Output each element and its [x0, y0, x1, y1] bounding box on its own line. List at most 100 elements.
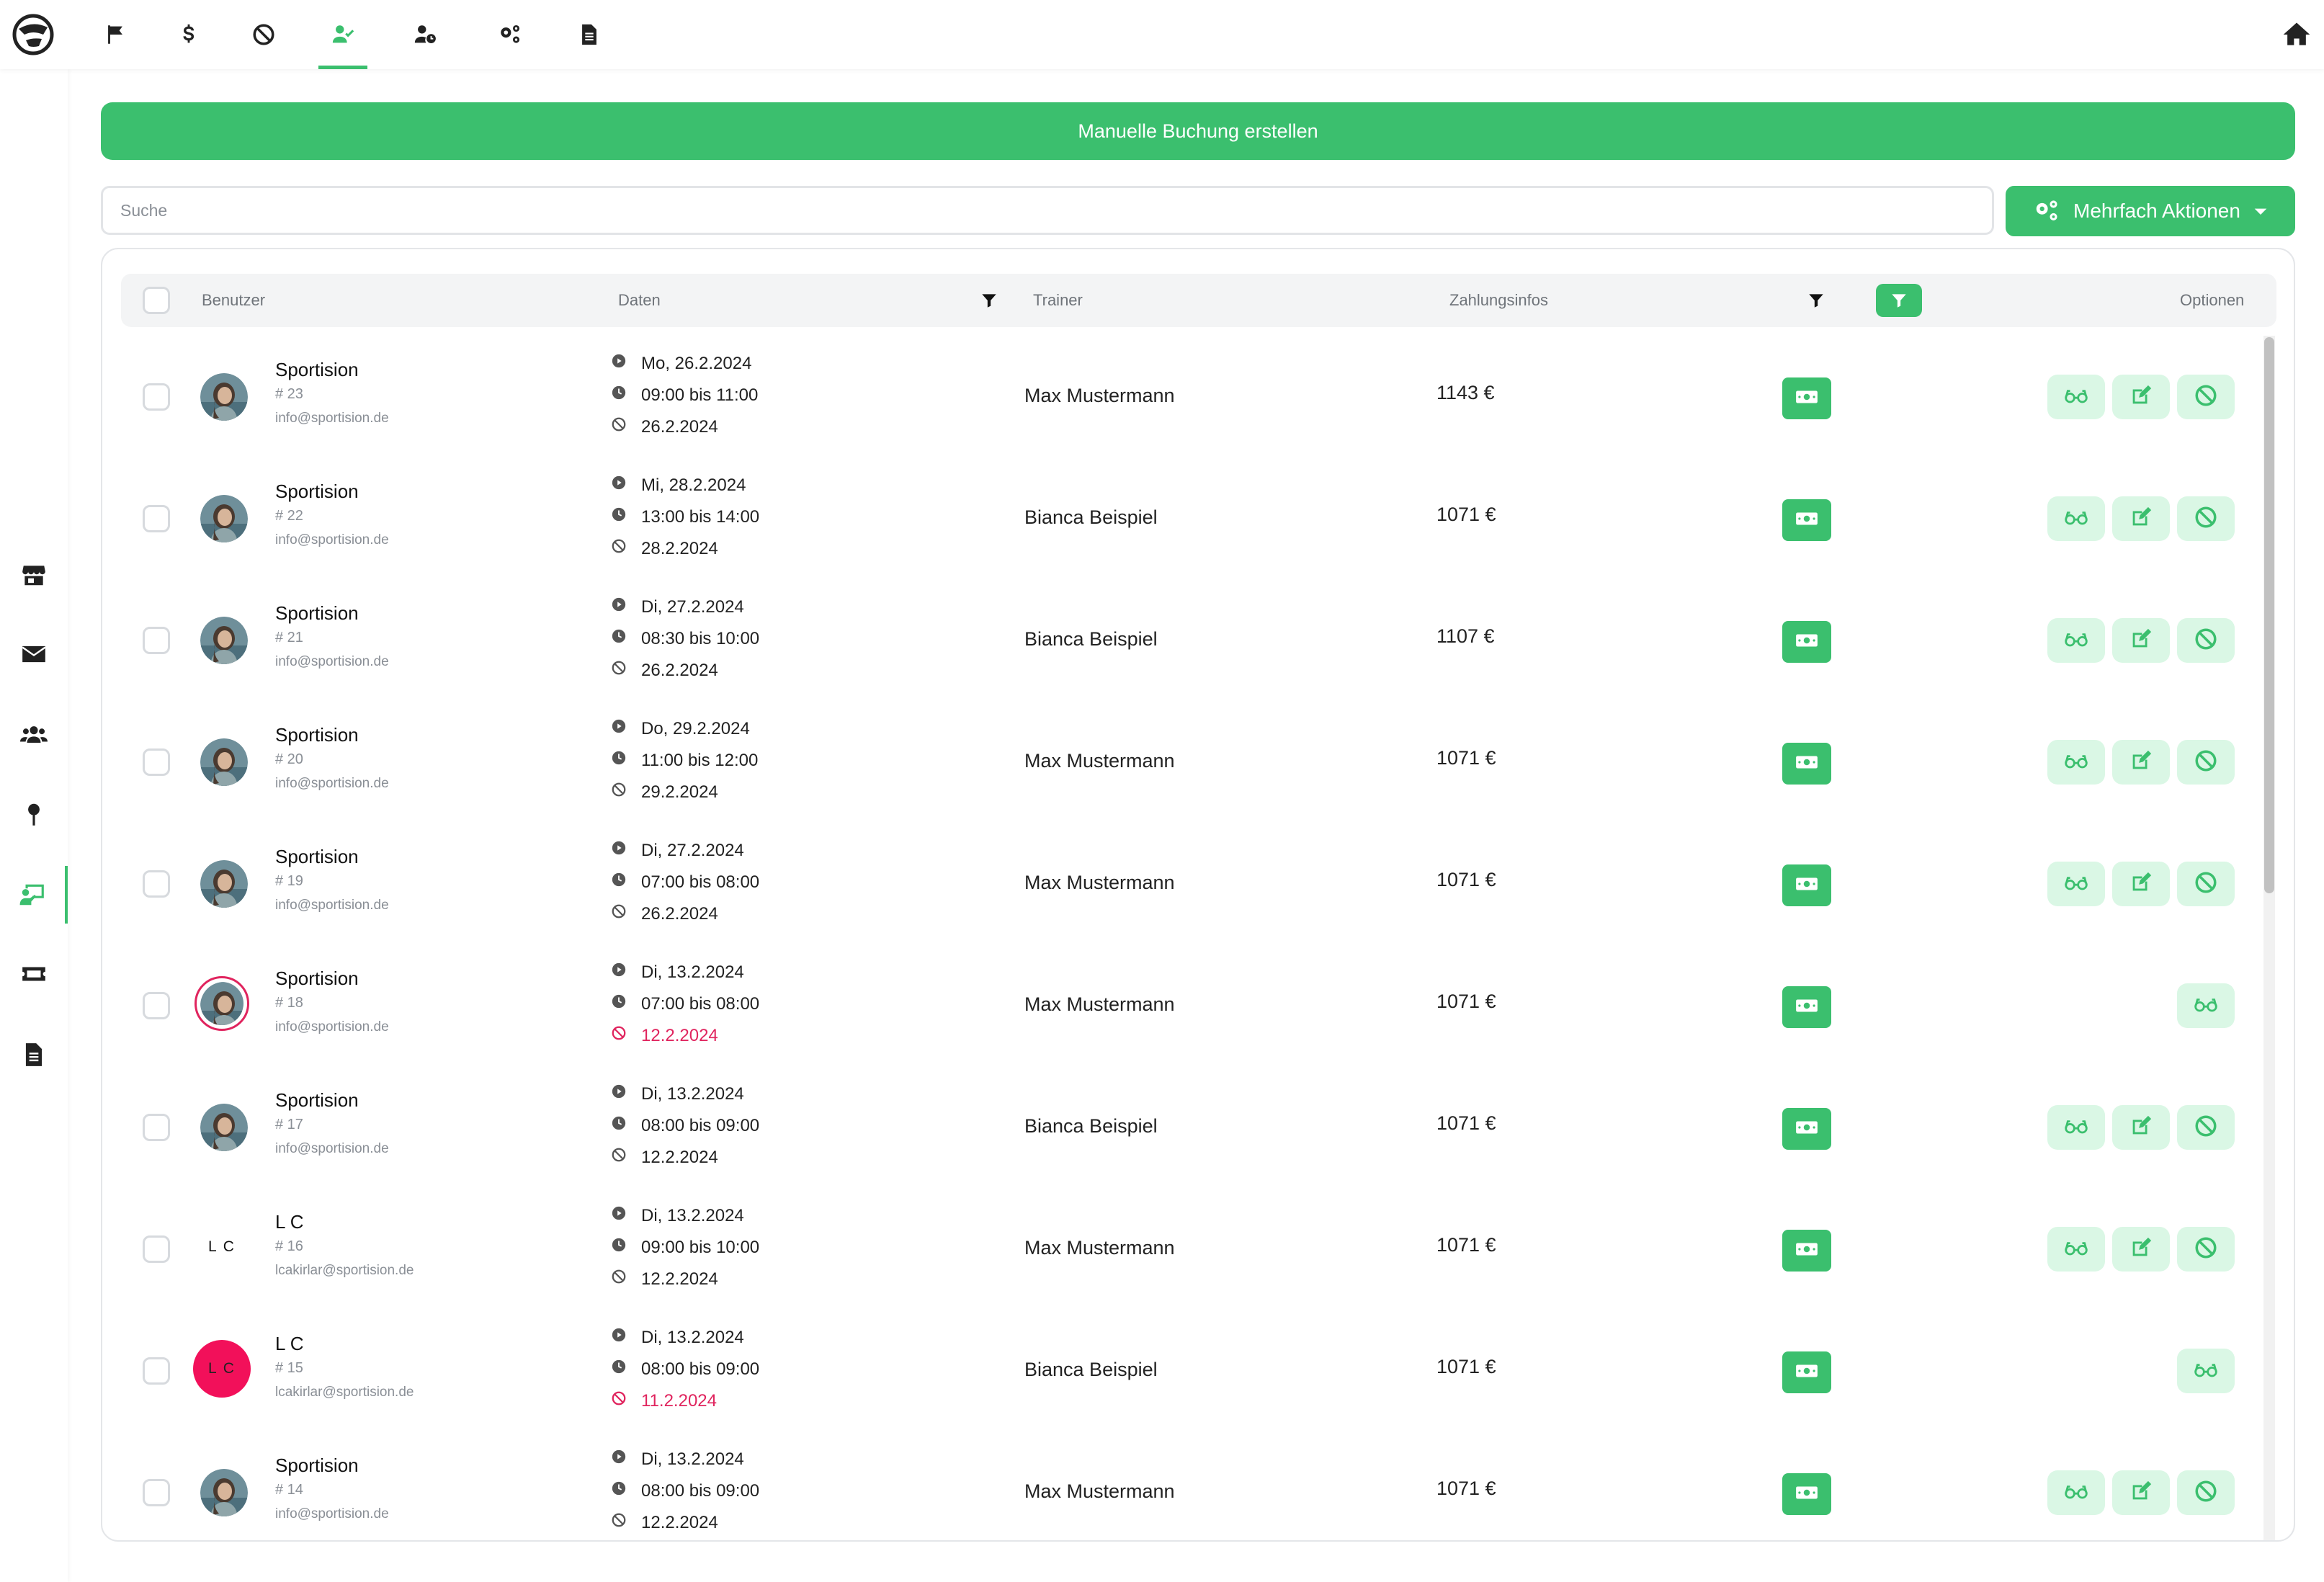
payment-info-button[interactable]	[1782, 864, 1831, 906]
users-icon[interactable]	[0, 706, 68, 764]
view-button[interactable]	[2047, 618, 2105, 663]
dates-filter-icon[interactable]	[973, 284, 1006, 317]
bulk-actions-dropdown[interactable]: Mehrfach Aktionen	[2006, 186, 2295, 236]
payment-info-button[interactable]	[1782, 1108, 1831, 1150]
cancel-booking-button[interactable]	[2177, 862, 2235, 906]
row-checkbox[interactable]	[143, 383, 170, 411]
payment-info-button[interactable]	[1782, 986, 1831, 1028]
view-button[interactable]	[2177, 1349, 2235, 1393]
payment-filter-icon[interactable]	[1800, 284, 1833, 317]
view-button[interactable]	[2177, 983, 2235, 1028]
flag-icon[interactable]	[95, 13, 135, 56]
cancel-booking-button[interactable]	[2177, 740, 2235, 785]
booking-time: 11:00 bis 12:00	[611, 750, 758, 771]
ban-icon	[611, 1147, 627, 1168]
store-icon[interactable]	[0, 546, 68, 604]
cancel-booking-button[interactable]	[2177, 1105, 2235, 1150]
table-row[interactable]: L C L C # 16 lcakirlar@sportision.de Di, 13.…	[102, 1189, 2294, 1311]
booking-id: # 14	[275, 1482, 303, 1498]
row-checkbox[interactable]	[143, 870, 170, 898]
cancel-booking-button[interactable]	[2177, 618, 2235, 663]
cancel-booking-button[interactable]	[2177, 1227, 2235, 1272]
booking-day-text: Mi, 28.2.2024	[641, 475, 746, 495]
envelope-icon[interactable]	[0, 625, 68, 683]
map-pin-icon[interactable]	[0, 785, 68, 843]
row-checkbox[interactable]	[143, 505, 170, 532]
booking-day: Mo, 26.2.2024	[611, 353, 751, 374]
edit-button[interactable]	[2112, 740, 2170, 785]
row-checkbox[interactable]	[143, 992, 170, 1019]
play-icon	[611, 1205, 627, 1226]
logo-icon[interactable]	[12, 13, 55, 56]
select-all-checkbox[interactable]	[143, 287, 170, 314]
play-icon	[611, 596, 627, 617]
file-icon[interactable]	[0, 1026, 68, 1083]
cogs-icon[interactable]	[490, 13, 530, 56]
edit-button[interactable]	[2112, 496, 2170, 541]
table-row[interactable]: Sportision # 21 info@sportision.de Di, 27.2…	[102, 581, 2294, 702]
cancel-booking-button[interactable]	[2177, 375, 2235, 419]
edit-button[interactable]	[2112, 618, 2170, 663]
row-checkbox[interactable]	[143, 1235, 170, 1263]
view-button[interactable]	[2047, 496, 2105, 541]
view-button[interactable]	[2047, 740, 2105, 785]
glasses-icon	[2064, 870, 2088, 898]
table-row[interactable]: Sportision # 17 info@sportision.de Di, 13.2…	[102, 1068, 2294, 1189]
avatar	[200, 738, 248, 786]
row-checkbox[interactable]	[143, 1114, 170, 1141]
edit-icon	[2129, 1235, 2153, 1264]
scrollbar-thumb[interactable]	[2264, 337, 2274, 893]
view-button[interactable]	[2047, 862, 2105, 906]
table-row[interactable]: Sportision # 14 info@sportision.de Di, 13.2…	[102, 1433, 2294, 1540]
row-checkbox[interactable]	[143, 1479, 170, 1506]
view-button[interactable]	[2047, 1470, 2105, 1515]
payment-info-button[interactable]	[1782, 499, 1831, 541]
edit-button[interactable]	[2112, 862, 2170, 906]
payment-info-button[interactable]	[1782, 621, 1831, 663]
active-filter-icon[interactable]	[1876, 284, 1922, 317]
dollar-icon[interactable]	[169, 13, 209, 56]
table-row[interactable]: Sportision # 23 info@sportision.de Mo, 26.2…	[102, 337, 2294, 459]
search-input[interactable]	[101, 186, 1994, 235]
table-row[interactable]: Sportision # 20 info@sportision.de Do, 29.2…	[102, 702, 2294, 824]
payment-info-button[interactable]	[1782, 1351, 1831, 1393]
ban-icon[interactable]	[243, 13, 284, 56]
edit-button[interactable]	[2112, 1227, 2170, 1272]
payment-info-button[interactable]	[1782, 1230, 1831, 1272]
row-checkbox[interactable]	[143, 627, 170, 654]
table-row[interactable]: Sportision # 19 info@sportision.de Di, 27.2…	[102, 824, 2294, 946]
edit-button[interactable]	[2112, 1470, 2170, 1515]
payment-info-button[interactable]	[1782, 1473, 1831, 1515]
play-icon	[611, 475, 627, 496]
file-icon[interactable]	[569, 13, 609, 56]
home-icon[interactable]	[2281, 19, 2312, 50]
view-button[interactable]	[2047, 1227, 2105, 1272]
table-row[interactable]: Sportision # 18 info@sportision.de Di, 13.2…	[102, 946, 2294, 1068]
row-checkbox[interactable]	[143, 1357, 170, 1385]
table-row[interactable]: L C L C # 15 lcakirlar@sportision.de Di, 13.…	[102, 1311, 2294, 1433]
table-row[interactable]: Sportision # 22 info@sportision.de Mi, 28.2…	[102, 459, 2294, 581]
user-check-icon[interactable]	[318, 13, 367, 69]
user-chalkboard-icon[interactable]	[0, 866, 68, 924]
edit-icon	[2129, 505, 2153, 533]
row-checkbox[interactable]	[143, 748, 170, 776]
ban-icon	[611, 1512, 627, 1533]
payment-info-button[interactable]	[1782, 743, 1831, 785]
cancel-booking-button[interactable]	[2177, 1470, 2235, 1515]
edit-button[interactable]	[2112, 375, 2170, 419]
ticket-icon[interactable]	[0, 945, 68, 1003]
user-name: L C	[275, 1211, 304, 1233]
create-booking-button[interactable]: Manuelle Buchung erstellen	[101, 102, 2295, 160]
user-clock-icon[interactable]	[405, 13, 445, 56]
view-button[interactable]	[2047, 375, 2105, 419]
booking-time-text: 08:00 bis 09:00	[641, 1359, 760, 1379]
trainer-name: Max Mustermann	[1024, 872, 1175, 893]
payment-amount: 1107 €	[1436, 625, 1495, 647]
cancel-booking-button[interactable]	[2177, 496, 2235, 541]
edit-button[interactable]	[2112, 1105, 2170, 1150]
booking-day-text: Di, 13.2.2024	[641, 1083, 744, 1104]
ban-icon	[611, 660, 627, 681]
view-button[interactable]	[2047, 1105, 2105, 1150]
payment-info-button[interactable]	[1782, 377, 1831, 419]
ban-icon	[2194, 1235, 2218, 1264]
